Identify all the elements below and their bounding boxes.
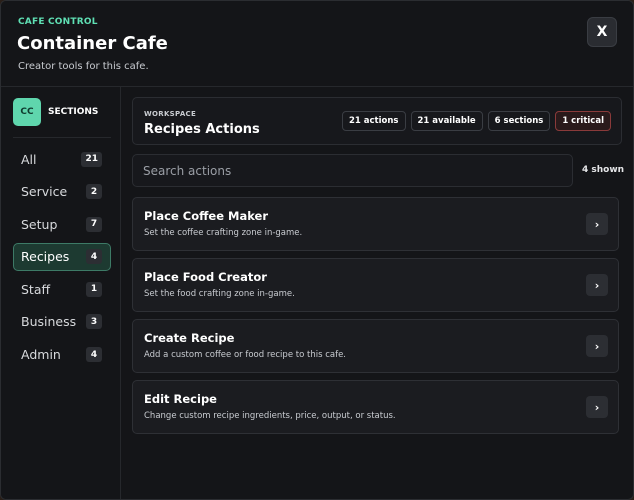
sidebar-item-admin[interactable]: Admin 4 xyxy=(13,341,111,369)
panel-header: CAFE CONTROL Container Cafe Creator tool… xyxy=(1,1,633,87)
action-title: Place Food Creator xyxy=(144,270,267,284)
sidebar-item-service[interactable]: Service 2 xyxy=(13,178,111,206)
action-list: Place Coffee Maker Set the coffee crafti… xyxy=(132,197,619,441)
sidebar-item-count: 3 xyxy=(86,314,102,330)
sidebar-item-staff[interactable]: Staff 1 xyxy=(13,275,111,303)
sidebar-item-label: Admin xyxy=(21,347,61,363)
action-edit-recipe[interactable]: Edit Recipe Change custom recipe ingredi… xyxy=(132,380,619,434)
action-place-food-creator[interactable]: Place Food Creator Set the food crafting… xyxy=(132,258,619,312)
action-place-coffee-maker[interactable]: Place Coffee Maker Set the coffee crafti… xyxy=(132,197,619,251)
action-description: Set the coffee crafting zone in-game. xyxy=(144,228,303,238)
sidebar-item-count: 2 xyxy=(86,184,102,200)
page-subtitle: Creator tools for this cafe. xyxy=(18,61,149,72)
stat-sections-badge: 6 sections xyxy=(487,111,551,131)
sidebar-title: SECTIONS xyxy=(48,107,99,117)
sidebar-item-setup[interactable]: Setup 7 xyxy=(13,210,111,238)
sidebar-item-label: Setup xyxy=(21,216,58,232)
sidebar-item-label: All xyxy=(21,151,37,167)
workspace-card: WORKSPACE Recipes Actions 21 actions 21 … xyxy=(132,97,622,145)
workspace-title: Recipes Actions xyxy=(144,122,260,137)
sidebar-item-label: Staff xyxy=(21,281,51,297)
action-title: Edit Recipe xyxy=(144,392,217,406)
action-description: Add a custom coffee or food recipe to th… xyxy=(144,350,347,360)
sections-sidebar: CC SECTIONS All 21 Service 2 Setup 7 Rec… xyxy=(1,87,121,499)
sidebar-header: CC SECTIONS xyxy=(13,98,98,126)
cafe-control-panel: CAFE CONTROL Container Cafe Creator tool… xyxy=(0,0,634,500)
search-input[interactable] xyxy=(132,154,573,187)
sidebar-item-count: 4 xyxy=(86,347,102,363)
panel-eyebrow: CAFE CONTROL xyxy=(18,17,98,27)
main-content: WORKSPACE Recipes Actions 21 actions 21 … xyxy=(122,87,633,499)
sidebar-item-count: 7 xyxy=(86,216,102,232)
sidebar-item-recipes[interactable]: Recipes 4 xyxy=(13,242,111,271)
sidebar-item-all[interactable]: All 21 xyxy=(13,145,111,173)
action-create-recipe[interactable]: Create Recipe Add a custom coffee or foo… xyxy=(132,319,619,373)
sidebar-item-count: 4 xyxy=(86,249,102,265)
sidebar-item-count: 1 xyxy=(86,281,102,297)
workspace-stats: 21 actions 21 available 6 sections 1 cri… xyxy=(342,111,611,131)
action-description: Change custom recipe ingredients, price,… xyxy=(144,411,396,421)
action-description: Set the food crafting zone in-game. xyxy=(144,289,295,299)
sidebar-item-label: Recipes xyxy=(21,249,70,265)
chevron-right-icon[interactable]: › xyxy=(586,396,608,418)
action-title: Create Recipe xyxy=(144,331,235,345)
stat-critical-badge: 1 critical xyxy=(555,111,611,131)
sidebar-item-label: Service xyxy=(21,184,68,200)
chevron-right-icon[interactable]: › xyxy=(586,274,608,296)
sections-nav: All 21 Service 2 Setup 7 Recipes 4 Staff… xyxy=(13,145,111,373)
page-title: Container Cafe xyxy=(17,33,168,54)
workspace-eyebrow: WORKSPACE xyxy=(144,110,197,118)
cafe-avatar: CC xyxy=(13,98,41,126)
shown-count: 4 shown xyxy=(582,165,625,175)
close-button[interactable]: X xyxy=(587,17,617,47)
action-title: Place Coffee Maker xyxy=(144,209,269,223)
sidebar-divider xyxy=(13,137,111,138)
stat-actions-badge: 21 actions xyxy=(342,111,406,131)
close-icon: X xyxy=(596,24,608,40)
sidebar-item-business[interactable]: Business 3 xyxy=(13,308,111,336)
chevron-right-icon[interactable]: › xyxy=(586,335,608,357)
chevron-right-icon[interactable]: › xyxy=(586,213,608,235)
sidebar-item-label: Business xyxy=(21,314,77,330)
stat-available-badge: 21 available xyxy=(410,111,483,131)
sidebar-item-count: 21 xyxy=(81,151,102,167)
